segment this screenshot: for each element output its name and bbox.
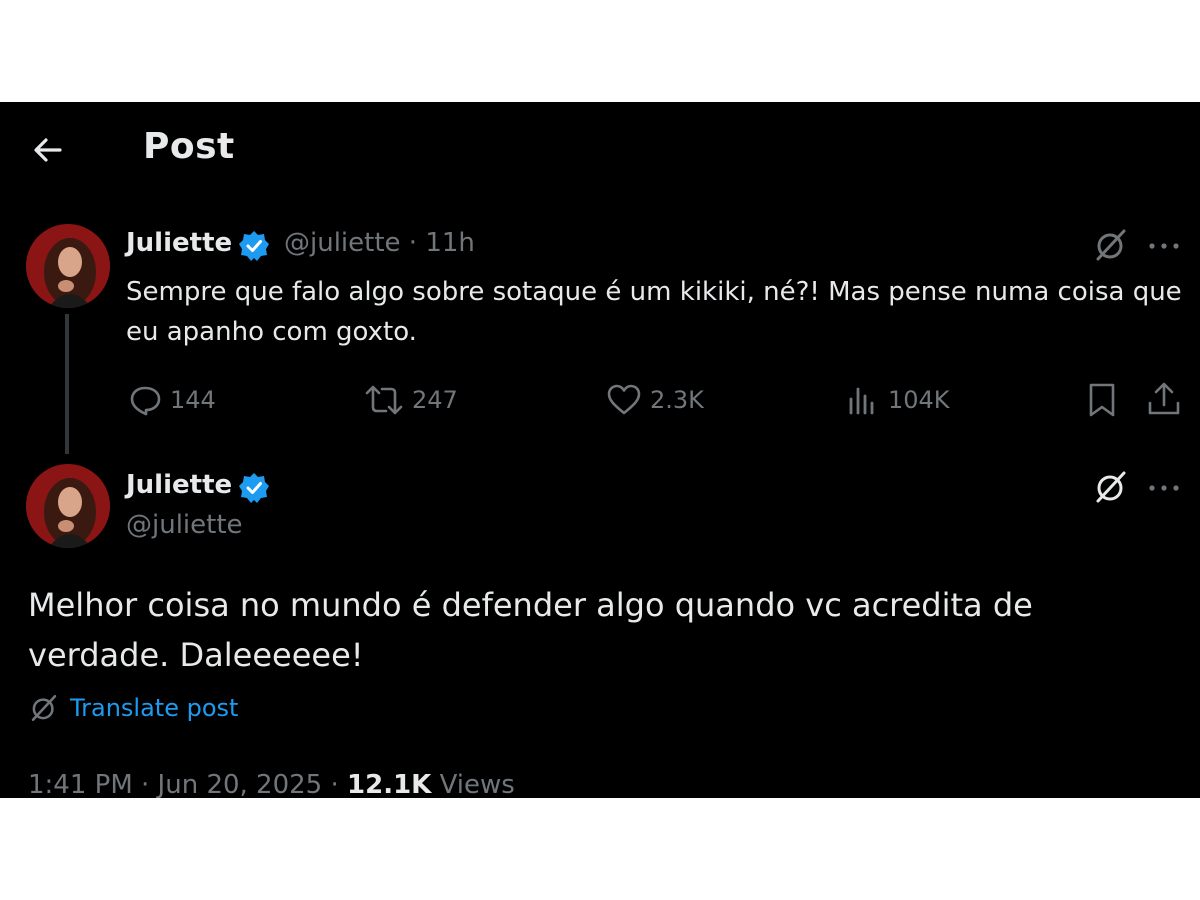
arrow-left-icon[interactable] [28, 130, 68, 170]
repost-button[interactable]: 247 [364, 380, 458, 420]
author-meta: @juliette · 11h [284, 228, 475, 258]
avatar[interactable] [26, 464, 110, 548]
more-icon[interactable] [1146, 472, 1182, 504]
reply-button[interactable]: 144 [128, 380, 216, 420]
repost-count: 247 [412, 386, 458, 414]
post-time[interactable]: 11h [425, 228, 475, 258]
views-button[interactable]: 104K [846, 380, 950, 420]
analytics-icon [849, 387, 874, 415]
grok-icon [31, 694, 57, 722]
views-count: 12.1K [347, 770, 432, 798]
share-icon[interactable] [1146, 380, 1182, 418]
like-count: 2.3K [650, 386, 704, 414]
author-name[interactable]: Juliette [126, 470, 232, 500]
grok-icon[interactable] [1092, 226, 1130, 264]
post-page: Post Juliette @juliette · 11h Sempre que… [0, 102, 1200, 798]
post-text: Melhor coisa no mundo é defender algo qu… [28, 586, 1033, 674]
translate-post-link[interactable]: Translate post [28, 692, 238, 724]
view-count: 104K [888, 386, 950, 414]
repost-icon [365, 385, 403, 415]
post-text: Sempre que falo algo sobre sotaque é um … [126, 277, 1182, 347]
verified-badge-icon [239, 231, 269, 261]
author-handle[interactable]: @juliette [284, 228, 401, 258]
like-button[interactable]: 2.3K [606, 380, 704, 420]
bookmark-icon[interactable] [1086, 382, 1118, 418]
verified-badge-icon [239, 473, 269, 503]
profile-photo [26, 464, 110, 548]
grok-icon[interactable] [1092, 468, 1130, 506]
reply-count: 144 [170, 386, 216, 414]
avatar[interactable] [26, 224, 110, 308]
reply-icon [130, 386, 161, 416]
thread-line [65, 314, 69, 454]
more-icon[interactable] [1146, 230, 1182, 262]
meta-separator: · [408, 228, 418, 258]
post-meta: 1:41 PM · Jun 20, 2025 · 12.1K Views [28, 770, 515, 798]
translate-label[interactable]: Translate post [70, 694, 238, 722]
profile-photo [26, 224, 110, 308]
heart-icon [607, 384, 641, 415]
author-name[interactable]: Juliette [126, 228, 232, 258]
author-handle[interactable]: @juliette [126, 510, 243, 540]
views-label: Views [439, 770, 515, 798]
page-title: Post [143, 126, 235, 167]
post-timestamp[interactable]: 1:41 PM · Jun 20, 2025 · [28, 770, 339, 798]
page-header: Post [0, 102, 1200, 194]
